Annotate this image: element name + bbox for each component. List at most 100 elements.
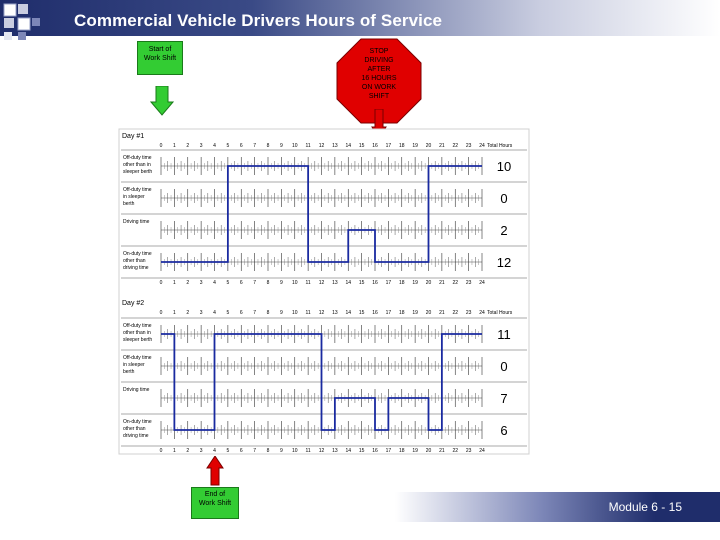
log-day-title: Day #1 xyxy=(122,133,144,140)
hour-label-bottom: 20 xyxy=(426,448,432,454)
end-of-shift-callout: End of Work Shift xyxy=(191,487,239,519)
hour-label-bottom: 7 xyxy=(253,448,256,454)
hour-label-bottom: 14 xyxy=(345,448,351,454)
hour-label-top: 10 xyxy=(292,310,298,316)
hour-label-top: 23 xyxy=(466,310,472,316)
hour-label-top: 5 xyxy=(226,143,229,149)
hour-label-bottom: 12 xyxy=(319,448,325,454)
hour-label-top: 17 xyxy=(386,143,392,149)
row-label: other than xyxy=(123,426,146,432)
hour-label-top: 17 xyxy=(386,310,392,316)
total-hours-heading: Total Hours xyxy=(487,310,513,316)
hour-label-bottom: 11 xyxy=(306,280,311,286)
row-label: sleeper berth xyxy=(123,169,152,175)
row-total-hours: 10 xyxy=(497,159,511,174)
hour-label-top: 24 xyxy=(479,143,485,149)
module-slide-number: Module 6 - 15 xyxy=(608,500,682,514)
end-arrow-icon xyxy=(206,456,224,486)
hour-label-top: 7 xyxy=(253,310,256,316)
hour-label-top: 2 xyxy=(186,310,189,316)
hour-label-bottom: 22 xyxy=(452,448,458,454)
row-total-hours: 2 xyxy=(500,223,507,238)
hour-label-top: 14 xyxy=(345,143,351,149)
hour-label-bottom: 13 xyxy=(332,448,338,454)
hour-label-top: 11 xyxy=(306,143,311,149)
hour-label-top: 21 xyxy=(439,310,445,316)
hour-label-top: 6 xyxy=(240,143,243,149)
row-label: Off-duty time xyxy=(123,155,152,161)
hour-label-top: 9 xyxy=(280,310,283,316)
hour-label-bottom: 16 xyxy=(372,280,378,286)
hour-label-bottom: 2 xyxy=(186,448,189,454)
hour-label-bottom: 22 xyxy=(452,280,458,286)
hour-label-bottom: 24 xyxy=(479,448,485,454)
hour-label-bottom: 10 xyxy=(292,280,298,286)
hour-label-top: 6 xyxy=(240,310,243,316)
hour-label-top: 7 xyxy=(253,143,256,149)
hour-label-top: 3 xyxy=(200,310,203,316)
duty-log-grids: Day #10011223344556677889910101111121213… xyxy=(118,128,530,455)
hour-label-top: 8 xyxy=(267,143,270,149)
row-label: berth xyxy=(123,369,135,375)
hour-label-bottom: 0 xyxy=(160,280,163,286)
hour-label-bottom: 14 xyxy=(345,280,351,286)
log-day-title: Day #2 xyxy=(122,300,144,307)
row-label: sleeper berth xyxy=(123,337,152,343)
hour-label-bottom: 9 xyxy=(280,448,283,454)
row-label: other than xyxy=(123,258,146,264)
hour-label-bottom: 5 xyxy=(226,280,229,286)
hour-label-top: 20 xyxy=(426,143,432,149)
hour-label-bottom: 15 xyxy=(359,448,365,454)
row-label: Driving time xyxy=(123,219,150,225)
row-total-hours: 0 xyxy=(500,359,507,374)
hour-label-top: 4 xyxy=(213,143,216,149)
hour-label-bottom: 24 xyxy=(479,280,485,286)
hour-label-top: 1 xyxy=(173,143,176,149)
log-panel xyxy=(118,128,530,455)
hour-label-bottom: 19 xyxy=(412,448,418,454)
end-callout-line-2: Work Shift xyxy=(198,500,232,507)
hour-label-bottom: 6 xyxy=(240,448,243,454)
hour-label-top: 13 xyxy=(332,310,338,316)
hour-label-top: 19 xyxy=(412,310,418,316)
hour-label-top: 0 xyxy=(160,143,163,149)
hour-label-bottom: 17 xyxy=(386,280,392,286)
hour-label-bottom: 9 xyxy=(280,280,283,286)
hour-label-bottom: 8 xyxy=(267,448,270,454)
hour-label-bottom: 10 xyxy=(292,448,298,454)
hour-label-bottom: 11 xyxy=(306,448,311,454)
hour-label-top: 16 xyxy=(372,143,378,149)
hour-label-bottom: 15 xyxy=(359,280,365,286)
row-label: in sleeper xyxy=(123,362,145,368)
hour-label-top: 15 xyxy=(359,143,365,149)
hour-label-top: 9 xyxy=(280,143,283,149)
row-total-hours: 12 xyxy=(497,255,511,270)
hour-label-top: 16 xyxy=(372,310,378,316)
row-label: other than in xyxy=(123,162,151,168)
hour-label-top: 0 xyxy=(160,310,163,316)
hour-label-bottom: 3 xyxy=(200,280,203,286)
hour-label-top: 12 xyxy=(319,310,325,316)
hour-label-bottom: 23 xyxy=(466,280,472,286)
hour-label-bottom: 20 xyxy=(426,280,432,286)
hour-label-bottom: 18 xyxy=(399,280,405,286)
end-callout-line-1: End of xyxy=(204,491,226,498)
hour-label-top: 18 xyxy=(399,143,405,149)
hour-label-top: 11 xyxy=(306,310,311,316)
row-label: driving time xyxy=(123,433,149,439)
hour-label-bottom: 7 xyxy=(253,280,256,286)
hour-label-bottom: 1 xyxy=(173,280,176,286)
row-label: On-duty time xyxy=(123,251,152,257)
row-label: Off-duty time xyxy=(123,187,152,193)
hour-label-top: 19 xyxy=(412,143,418,149)
hour-label-top: 22 xyxy=(452,143,458,149)
hour-label-top: 22 xyxy=(452,310,458,316)
hour-label-top: 13 xyxy=(332,143,338,149)
hour-label-top: 1 xyxy=(173,310,176,316)
row-total-hours: 6 xyxy=(500,423,507,438)
hour-label-top: 12 xyxy=(319,143,325,149)
hour-label-bottom: 5 xyxy=(226,448,229,454)
hour-label-bottom: 12 xyxy=(319,280,325,286)
hour-label-top: 18 xyxy=(399,310,405,316)
row-total-hours: 0 xyxy=(500,191,507,206)
